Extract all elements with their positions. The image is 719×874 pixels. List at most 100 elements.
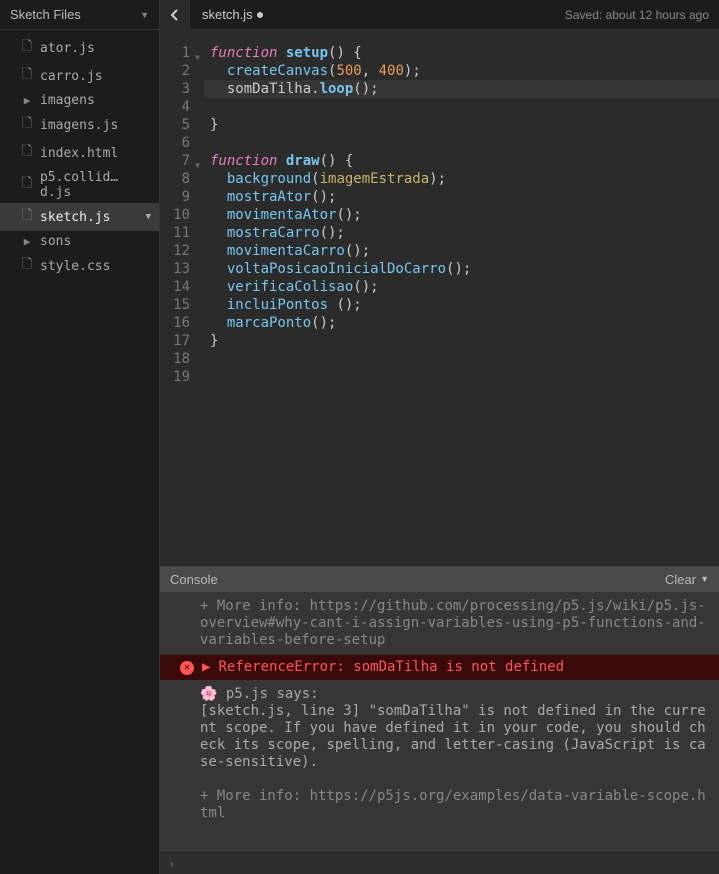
- clear-button[interactable]: Clear ▼: [665, 572, 709, 587]
- file-list: 🗋 ator.js 🗋 carro.js ▶ imagens 🗋 imagens.js 🗋 ind…: [0, 30, 159, 284]
- code-editor[interactable]: 12345678910111213141516171819 function s…: [160, 30, 719, 565]
- file-item[interactable]: ▶ imagens: [0, 90, 159, 111]
- code-line[interactable]: somDaTilha.loop();: [204, 80, 719, 98]
- console-error: ✕ ▶ ReferenceError: somDaTilha is not de…: [160, 655, 719, 680]
- info-prefix-2: + More info:: [200, 788, 310, 804]
- file-icon: 🗋: [20, 114, 34, 136]
- line-number: 10: [160, 206, 200, 224]
- clear-label: Clear: [665, 572, 696, 587]
- main: sketch.js Saved: about 12 hours ago 1234…: [160, 0, 719, 874]
- back-button[interactable]: [160, 0, 190, 30]
- arrow-icon: ▶: [202, 659, 210, 676]
- code-line[interactable]: createCanvas(500, 400);: [210, 62, 719, 80]
- code-line[interactable]: [210, 350, 719, 368]
- code-line[interactable]: function draw() {: [210, 152, 719, 170]
- line-number: 1: [160, 44, 200, 62]
- editor-header: sketch.js Saved: about 12 hours ago: [160, 0, 719, 30]
- file-item[interactable]: ▶ sons: [0, 231, 159, 252]
- code-line[interactable]: movimentaAtor();: [210, 206, 719, 224]
- file-icon: 🗋: [20, 206, 34, 228]
- file-label: style.css: [40, 259, 110, 274]
- prompt-icon: ›: [168, 857, 175, 871]
- file-icon: 🗋: [20, 65, 34, 87]
- code-line[interactable]: marcaPonto();: [210, 314, 719, 332]
- file-item[interactable]: 🗋 carro.js: [0, 62, 159, 90]
- info-prefix: + More info:: [200, 598, 310, 614]
- line-number: 18: [160, 350, 200, 368]
- saved-status: Saved: about 12 hours ago: [565, 8, 719, 22]
- code-area[interactable]: function setup() { createCanvas(500, 400…: [204, 30, 719, 565]
- code-line[interactable]: verificaColisao();: [210, 278, 719, 296]
- code-line[interactable]: voltaPosicaoInicialDoCarro();: [210, 260, 719, 278]
- code-line[interactable]: }: [210, 332, 719, 350]
- console-title: Console: [170, 572, 218, 587]
- code-line[interactable]: [210, 98, 719, 116]
- chevron-down-icon: ▼: [140, 10, 149, 20]
- flower-icon: 🌸: [200, 686, 217, 702]
- console-header: Console Clear ▼: [160, 566, 719, 592]
- file-item[interactable]: 🗋 ator.js: [0, 34, 159, 62]
- p5-body: [sketch.js, line 3] "somDaTilha" is not …: [200, 703, 709, 771]
- code-line[interactable]: movimentaCarro();: [210, 242, 719, 260]
- sidebar-title: Sketch Files: [10, 7, 81, 22]
- code-line[interactable]: }: [210, 116, 719, 134]
- line-number: 7: [160, 152, 200, 170]
- line-number: 4: [160, 98, 200, 116]
- tab-sketch[interactable]: sketch.js: [190, 7, 275, 22]
- line-number: 13: [160, 260, 200, 278]
- file-item[interactable]: 🗋 sketch.js ▼: [0, 203, 159, 231]
- line-number: 12: [160, 242, 200, 260]
- file-icon: 🗋: [20, 174, 34, 196]
- file-label: sons: [40, 234, 71, 249]
- file-icon: 🗋: [20, 255, 34, 277]
- console-info: + More info: https://github.com/processi…: [160, 592, 719, 655]
- file-label: imagens: [40, 93, 95, 108]
- sidebar: Sketch Files ▼ 🗋 ator.js 🗋 carro.js ▶ imagens…: [0, 0, 160, 874]
- code-line[interactable]: incluiPontos ();: [210, 296, 719, 314]
- folder-icon: ▶: [20, 94, 34, 107]
- line-number: 5: [160, 116, 200, 134]
- file-icon: 🗋: [20, 37, 34, 59]
- code-line[interactable]: mostraCarro();: [210, 224, 719, 242]
- dirty-indicator-icon: [257, 12, 263, 18]
- code-line[interactable]: mostraAtor();: [210, 188, 719, 206]
- code-line[interactable]: [210, 134, 719, 152]
- line-number: 3: [160, 80, 200, 98]
- p5-says: p5.js says:: [226, 686, 319, 702]
- line-number: 2: [160, 62, 200, 80]
- line-number: 15: [160, 296, 200, 314]
- chevron-down-icon[interactable]: ▼: [146, 212, 151, 222]
- console-body[interactable]: + More info: https://github.com/processi…: [160, 592, 719, 852]
- file-label: imagens.js: [40, 118, 118, 133]
- line-number: 9: [160, 188, 200, 206]
- file-label: carro.js: [40, 69, 103, 84]
- file-item[interactable]: 🗋 style.css: [0, 252, 159, 280]
- file-icon: 🗋: [20, 142, 34, 164]
- chevron-down-icon: ▼: [700, 574, 709, 584]
- sidebar-header[interactable]: Sketch Files ▼: [0, 0, 159, 30]
- line-number: 14: [160, 278, 200, 296]
- line-number: 17: [160, 332, 200, 350]
- file-item[interactable]: 🗋 imagens.js: [0, 111, 159, 139]
- file-item[interactable]: 🗋 index.html: [0, 139, 159, 167]
- file-item[interactable]: 🗋 p5.collid…d.js: [0, 167, 159, 203]
- error-message: ReferenceError: somDaTilha is not define…: [218, 659, 564, 676]
- line-number: 8: [160, 170, 200, 188]
- line-number: 16: [160, 314, 200, 332]
- console-panel: Console Clear ▼ + More info: https://git…: [160, 565, 719, 874]
- code-line[interactable]: background(imagemEstrada);: [210, 170, 719, 188]
- file-label: ator.js: [40, 41, 95, 56]
- code-line[interactable]: [210, 368, 719, 386]
- chevron-left-icon: [170, 9, 180, 21]
- folder-icon: ▶: [20, 235, 34, 248]
- line-number: 19: [160, 368, 200, 386]
- line-number: 11: [160, 224, 200, 242]
- code-line[interactable]: function setup() {: [210, 44, 719, 62]
- file-label: sketch.js: [40, 210, 110, 225]
- line-number: 6: [160, 134, 200, 152]
- file-label: index.html: [40, 146, 118, 161]
- line-number-gutter: 12345678910111213141516171819: [160, 30, 204, 565]
- file-label: p5.collid…d.js: [40, 170, 149, 200]
- console-input[interactable]: ›: [160, 852, 719, 874]
- error-icon: ✕: [180, 661, 194, 675]
